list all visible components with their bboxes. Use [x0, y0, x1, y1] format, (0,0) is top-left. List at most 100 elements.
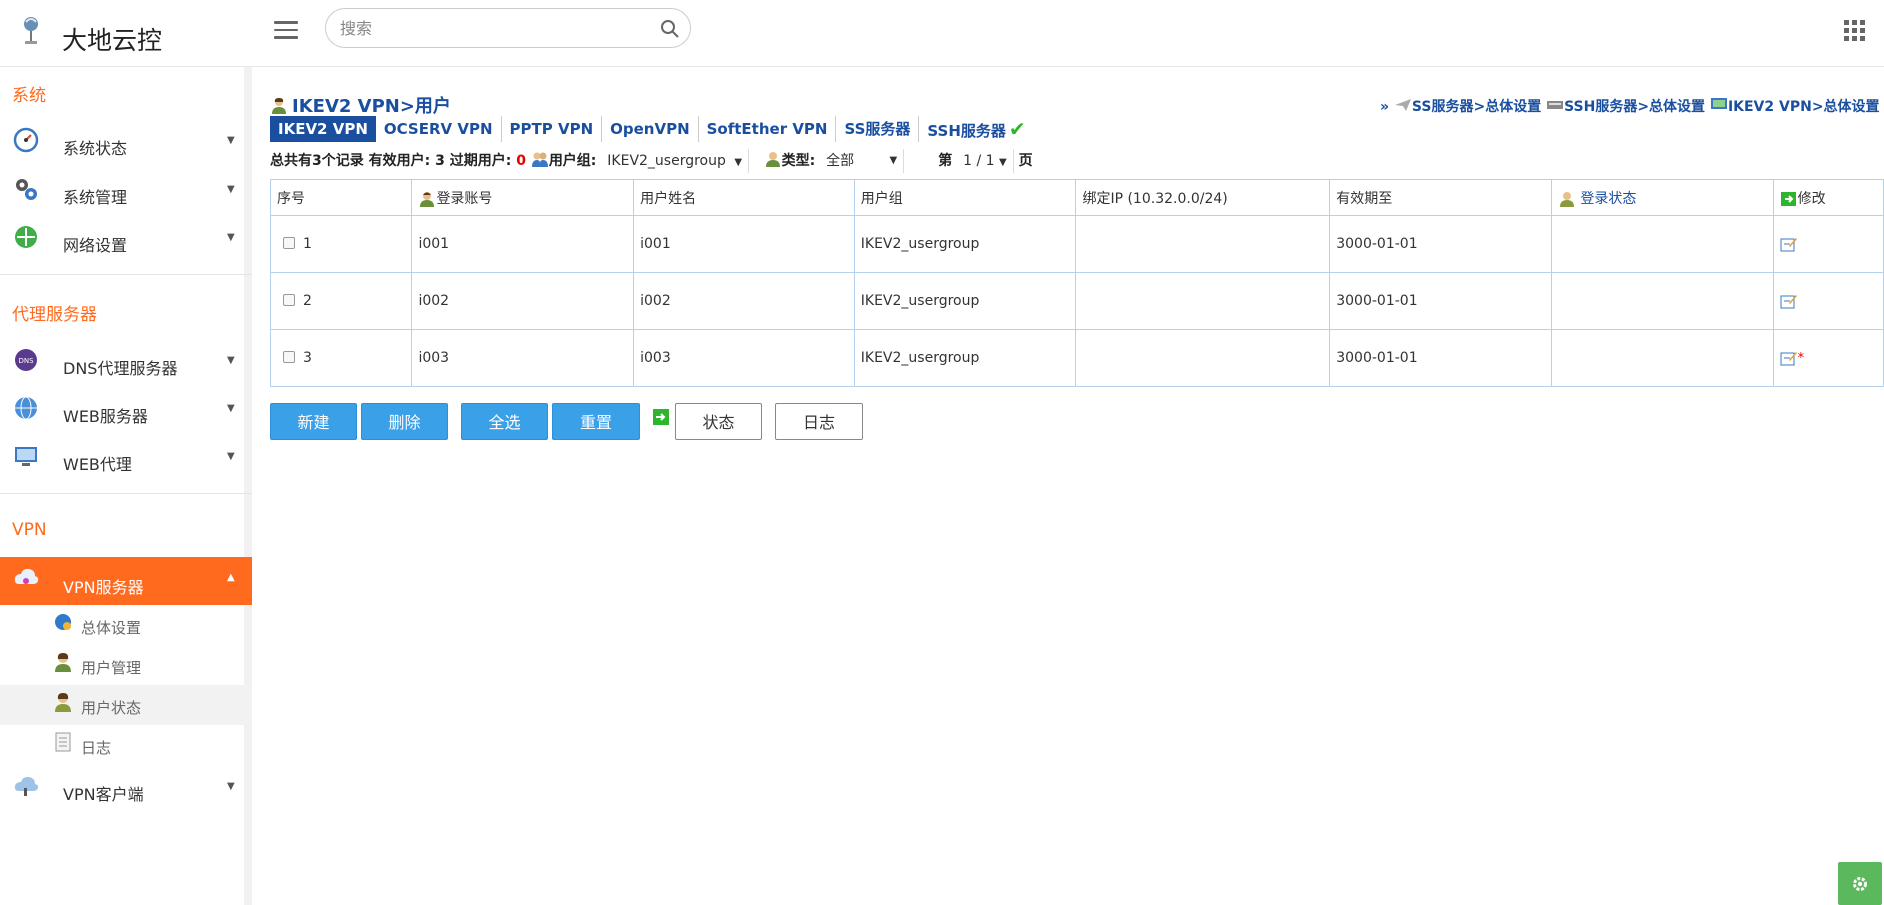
tab-softether[interactable]: SoftEther VPN [699, 116, 837, 142]
sidebar: 系统 系统状态 ▼ 系统管理 ▼ 网络设置 ▼ 代理服务器 DNS DNS代理服… [0, 67, 252, 905]
page-select[interactable]: 1 / 1 ▼ [957, 149, 1014, 173]
sidebar-item-label: 系统状态 [63, 139, 128, 158]
table-row: 2 i002 i002 IKEV2_usergroup 3000-01-01 [269, 272, 1884, 330]
app-title: 大地云控 [62, 26, 163, 55]
reset-button[interactable]: 重置 [552, 403, 640, 440]
row-checkbox[interactable] [283, 294, 295, 306]
log-button[interactable]: 日志 [775, 403, 863, 440]
sidebar-item-dns-proxy[interactable]: DNS DNS代理服务器 ▼ [0, 341, 252, 387]
settings-button[interactable] [1838, 862, 1882, 905]
divider [0, 274, 252, 275]
cell-account: i002 [411, 272, 635, 330]
paper-plane-icon [1394, 99, 1411, 111]
table-row: 3 i003 i003 IKEV2_usergroup 3000-01-01 * [269, 329, 1884, 387]
sidebar-subitem-user-status[interactable]: 用户状态 [0, 685, 252, 725]
sidebar-item-web-proxy[interactable]: WEB代理 ▼ [0, 437, 252, 483]
cell-edit [1772, 215, 1884, 273]
records-summary: 总共有3个记录 有效用户: 3 过期用户: [270, 153, 517, 169]
apps-grid-icon[interactable] [1844, 20, 1866, 42]
sidebar-item-label: DNS代理服务器 [63, 359, 178, 378]
sidebar-item-system-manage[interactable]: 系统管理 ▼ [0, 170, 252, 216]
user-group-icon [531, 152, 548, 167]
cell-no: 2 [269, 272, 413, 330]
chevron-down-icon: ▼ [227, 135, 235, 146]
status-button[interactable]: 状态 [675, 403, 762, 440]
link-ssh-settings[interactable]: SSH服务器>总体设置 [1564, 99, 1705, 115]
tab-pptp[interactable]: PPTP VPN [502, 116, 603, 142]
sidebar-item-label: WEB代理 [63, 455, 132, 474]
edit-icon[interactable] [1780, 350, 1798, 366]
cell-login-status [1550, 215, 1774, 273]
delete-button[interactable]: 删除 [361, 403, 448, 440]
logo-icon [24, 17, 38, 44]
select-all-button[interactable]: 全选 [461, 403, 548, 440]
sidebar-item-label: 网络设置 [63, 236, 128, 255]
link-ss-settings[interactable]: SS服务器>总体设置 [1412, 99, 1541, 115]
sidebar-item-system-status[interactable]: 系统状态 ▼ [0, 121, 252, 167]
sidebar-item-vpn-client[interactable]: VPN客户端 ▼ [0, 767, 252, 813]
row-checkbox[interactable] [283, 237, 295, 249]
sidebar-item-label: VPN服务器 [63, 578, 144, 597]
cell-no: 1 [269, 215, 413, 273]
cell-login-status [1550, 329, 1774, 387]
type-select[interactable]: 全部 ▼ [820, 149, 905, 173]
user-icon [272, 98, 286, 114]
type-select-value: 全部 [826, 153, 855, 169]
edit-icon[interactable] [1780, 293, 1798, 309]
sidebar-subitem-log[interactable]: 日志 [0, 725, 252, 765]
sidebar-subitem-user-manage[interactable]: 用户管理 [0, 645, 252, 685]
sidebar-subitem-label: 用户状态 [81, 699, 142, 717]
cell-expire: 3000-01-01 [1329, 215, 1552, 273]
cloud-icon [14, 776, 39, 796]
section-title-vpn: VPN [12, 520, 47, 540]
col-header-ip: 绑定IP (10.32.0.0/24) [1075, 179, 1331, 216]
expired-count: 0 [516, 153, 526, 169]
col-header-account[interactable]: 登录账号 [411, 179, 635, 216]
group-select[interactable]: IKEV2_usergroup ▼ [601, 149, 750, 173]
col-header-account-label: 登录账号 [436, 190, 493, 207]
tab-openvpn[interactable]: OpenVPN [602, 116, 699, 142]
modified-star: * [1797, 351, 1805, 366]
chevron-down-icon: ▼ [227, 184, 235, 195]
sidebar-subitem-label: 日志 [81, 739, 112, 757]
user-icon [765, 152, 780, 167]
search-input[interactable] [340, 17, 640, 39]
gears-icon [16, 179, 37, 200]
tab-ssh-server[interactable]: SSH服务器 ✔ [919, 116, 1033, 142]
sidebar-item-vpn-server[interactable]: VPN服务器 ▲ [0, 557, 252, 605]
sidebar-subitem-overall[interactable]: 总体设置 [0, 605, 252, 645]
search-box[interactable] [325, 8, 691, 48]
cell-group: IKEV2_usergroup [853, 215, 1077, 273]
cell-no-value: 3 [303, 350, 312, 366]
exit-green-icon[interactable] [653, 409, 669, 425]
chevron-down-icon: ▼ [227, 451, 235, 462]
new-button[interactable]: 新建 [270, 403, 357, 440]
chevron-down-icon: ▼ [227, 403, 235, 414]
dropdown-arrow-icon: ▼ [999, 157, 1007, 168]
cell-ip [1075, 215, 1331, 273]
search-icon[interactable] [660, 19, 680, 39]
sidebar-item-network-settings[interactable]: 网络设置 ▼ [0, 218, 252, 264]
sidebar-subitem-label: 总体设置 [81, 619, 142, 637]
edit-icon[interactable] [1780, 236, 1798, 252]
breadcrumb: IKEV2 VPN>用户 [270, 92, 451, 118]
monitor-icon [15, 447, 37, 466]
col-header-login-status[interactable]: 登录状态 [1550, 179, 1774, 216]
sidebar-item-label: VPN客户端 [63, 785, 144, 804]
tab-ss-server[interactable]: SS服务器 [836, 116, 920, 142]
link-ikev2-settings[interactable]: IKEV2 VPN>总体设置 [1728, 99, 1880, 115]
tab-ikev2[interactable]: IKEV2 VPN [270, 116, 376, 142]
network-icon [15, 226, 37, 248]
tab-ocserv[interactable]: OCSERV VPN [376, 116, 502, 142]
menu-toggle-icon[interactable] [274, 21, 298, 41]
col-header-edit-label: 修改 [1797, 190, 1826, 207]
www-globe-icon [15, 396, 37, 420]
row-checkbox[interactable] [283, 351, 295, 363]
cell-edit: * [1772, 329, 1884, 387]
section-title-system: 系统 [12, 86, 46, 106]
dashboard-gauge-icon [13, 127, 39, 153]
page-suffix: 页 [1018, 153, 1033, 169]
sidebar-item-web-server[interactable]: WEB服务器 ▼ [0, 389, 252, 435]
cell-login-status [1550, 272, 1774, 330]
cell-name: i002 [633, 272, 855, 330]
